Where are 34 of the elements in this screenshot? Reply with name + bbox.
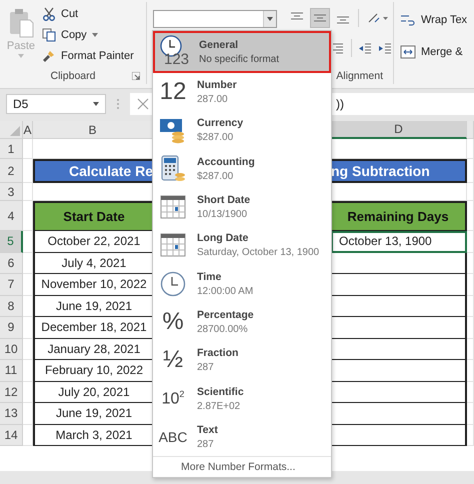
format-name: Scientific (197, 386, 244, 398)
format-example: 10/13/1900 (197, 209, 248, 220)
format-example: 12:00:00 AM (197, 286, 254, 297)
format-example: 287 (197, 362, 215, 374)
format-glyph: ABC (158, 430, 188, 444)
format-example: $287.00 (197, 132, 234, 144)
format-name: Time (197, 270, 222, 283)
format-name: Long Date (197, 232, 250, 244)
format-name: Percentage (197, 308, 254, 321)
column-heading: Start Date (33, 201, 153, 231)
format-name: General (199, 39, 240, 51)
format-name: Number (197, 79, 237, 92)
format-name: Short Date (197, 194, 250, 206)
format-name: Currency (197, 117, 244, 130)
format-glyph: 123 (164, 51, 190, 68)
format-example: 2.87E+02 (197, 400, 242, 412)
column-heading: Remaining Days (331, 201, 467, 231)
format-example: 28700.00% (197, 324, 249, 335)
title-text: Calculate Re (68, 163, 153, 179)
format-name: Text (197, 424, 218, 436)
format-name: Fraction (197, 347, 238, 360)
format-example: $287.00 (197, 170, 234, 182)
format-glyph: 10$^{2}$ (162, 390, 184, 408)
format-glyph: ½ (162, 348, 183, 372)
format-glyph: % (162, 310, 184, 334)
title-text: ng Subtraction (331, 163, 430, 179)
group-label: Clipboard (50, 70, 96, 82)
format-example: Saturday, October 13, 1900 (197, 247, 320, 258)
group-label: Alignment (336, 70, 383, 82)
format-name: Accounting (197, 156, 255, 168)
format-glyph: 12 (160, 80, 186, 104)
format-example: 287 (197, 438, 215, 450)
format-example: 287.00 (197, 94, 229, 106)
format-example: No specific format (199, 54, 280, 65)
